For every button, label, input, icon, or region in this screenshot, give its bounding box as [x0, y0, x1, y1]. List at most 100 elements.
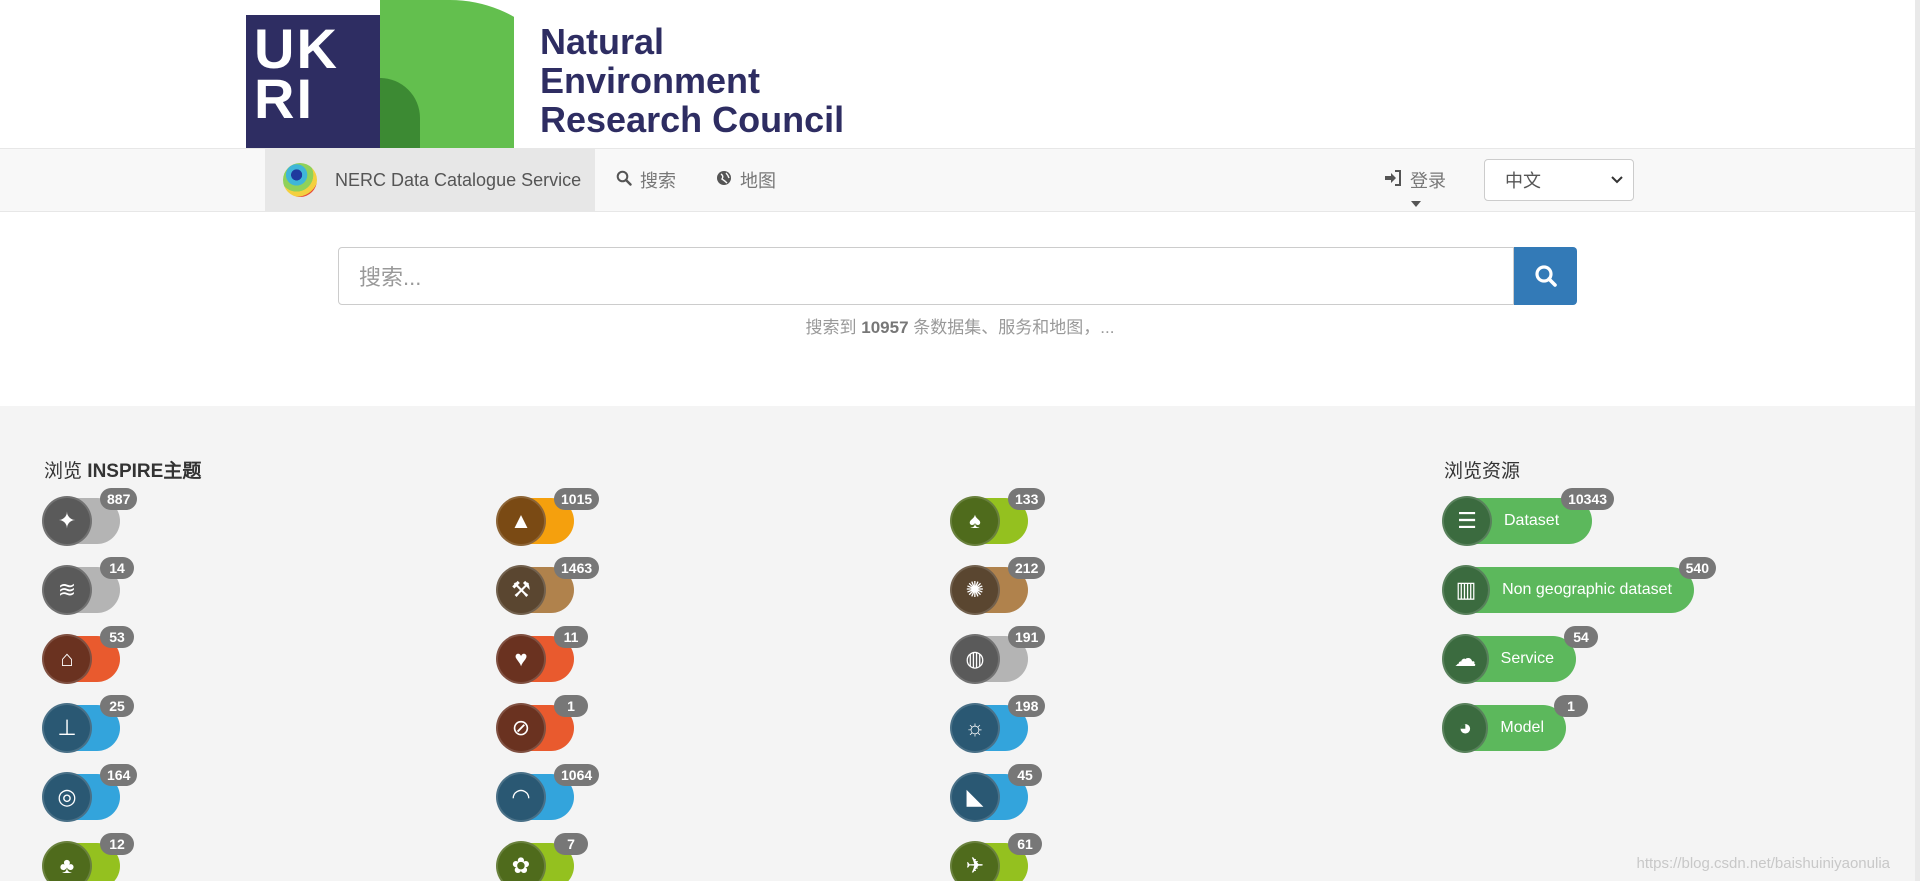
inspire-theme-button[interactable]: ✈ 61	[950, 833, 1042, 881]
inspire-theme-button[interactable]: ⊥ 25	[42, 695, 134, 753]
search-icon	[1534, 265, 1557, 287]
inspire-theme-button[interactable]: ♠ 133	[950, 488, 1046, 546]
inspire-theme-button[interactable]: ◎ 164	[42, 764, 138, 822]
inspire-theme-button[interactable]: ◣ 45	[950, 764, 1042, 822]
count-badge: 61	[1008, 833, 1042, 855]
cloud-icon: ☁	[1442, 634, 1489, 684]
habitats-icon: ♣	[42, 841, 92, 881]
land-cover-icon: ≋	[42, 565, 92, 615]
inspire-theme-button[interactable]: ☼ 198	[950, 695, 1046, 753]
inspire-title-bold: INSPIRE主题	[87, 461, 202, 482]
search-icon	[616, 170, 632, 191]
resource-service-button[interactable]: ☁ Service 54	[1442, 626, 1598, 684]
inspire-theme-button[interactable]: ⊘ 1	[496, 695, 588, 753]
search-button[interactable]	[1514, 247, 1577, 305]
inspire-theme-button[interactable]: ◠ 1064	[496, 764, 600, 822]
inspire-theme-button[interactable]: ♣ 12	[42, 833, 134, 881]
count-badge: 25	[100, 695, 134, 717]
globe-icon	[716, 170, 732, 191]
bar-chart-icon: ▥	[1442, 565, 1491, 615]
mineral-resources-icon: ⚒	[496, 565, 546, 615]
inspire-theme-button[interactable]: ⌂ 53	[42, 626, 134, 684]
hazard-zones-icon: ⊘	[496, 703, 546, 753]
browse-section: 浏览 INSPIRE主题 ✦ 887 ≋ 14 ⌂ 53 ⊥ 25 ◎ 164 ♣ 12 ▲ 1015 ⚒ 1…	[0, 406, 1920, 881]
oceanographic-icon: ◎	[42, 772, 92, 822]
resource-dataset-button[interactable]: ☰ Dataset 10343	[1442, 488, 1614, 546]
nav-login-label: 登录	[1410, 171, 1446, 191]
caret-down-icon	[1411, 201, 1421, 207]
human-health-icon: ♥	[496, 634, 546, 684]
count-badge: 1463	[554, 557, 600, 579]
nav-search-label: 搜索	[640, 171, 676, 191]
atmospheric-conditions-icon: ☼	[950, 703, 1000, 753]
nav-search-link[interactable]: 搜索	[616, 149, 676, 211]
dashboard-icon: ◕	[1442, 703, 1489, 753]
count-badge: 54	[1564, 626, 1598, 648]
navbar: NERC Data Catalogue Service 搜索 地图 登录 中文	[0, 148, 1920, 212]
bio-geographical-icon: ✈	[950, 841, 1000, 881]
inspire-theme-button[interactable]: ≋ 14	[42, 557, 134, 615]
count-badge: 1	[1554, 695, 1588, 717]
site-header: UK RI Natural Environment Research Counc…	[0, 0, 1920, 148]
nav-map-link[interactable]: 地图	[716, 149, 776, 211]
coordinate-reference-icon: ✦	[42, 496, 92, 546]
count-badge: 540	[1678, 557, 1716, 579]
sea-regions-icon: ◠	[496, 772, 546, 822]
ukri-logo[interactable]: UK RI	[246, 0, 514, 148]
elevation-icon: ▲	[496, 496, 546, 546]
count-badge: 11	[554, 626, 588, 648]
protected-sites-icon: ♠	[950, 496, 1000, 546]
brand-label: NERC Data Catalogue Service	[335, 169, 582, 190]
navbar-brand[interactable]: NERC Data Catalogue Service	[265, 149, 595, 211]
count-badge: 212	[1008, 557, 1046, 579]
buildings-icon: ⌂	[42, 634, 92, 684]
inspire-theme-button[interactable]: ✦ 887	[42, 488, 138, 546]
count-badge: 14	[100, 557, 134, 579]
utility-services-icon: ⊥	[42, 703, 92, 753]
record-count: 10957	[861, 318, 909, 337]
soil-icon: ✺	[950, 565, 1000, 615]
hint-prefix: 搜索到	[805, 318, 857, 337]
database-icon: ☰	[1442, 496, 1492, 546]
count-badge: 45	[1008, 764, 1042, 786]
geographical-grid-icon: ◍	[950, 634, 1000, 684]
inspire-title: 浏览 INSPIRE主题	[44, 456, 201, 483]
logo-line-3: Research Council	[540, 99, 845, 140]
inspire-theme-button[interactable]: ✿ 7	[496, 833, 588, 881]
count-badge: 1	[554, 695, 588, 717]
search-bar: 搜索...	[338, 247, 1577, 305]
scrollbar[interactable]	[1915, 0, 1920, 881]
inspire-theme-button[interactable]: ♥ 11	[496, 626, 588, 684]
resource-label: Dataset	[1504, 512, 1560, 529]
inspire-theme-button[interactable]: ▲ 1015	[496, 488, 600, 546]
search-hint: 搜索到 10957 条数据集、服务和地图，...	[0, 313, 1920, 338]
sign-in-icon	[1384, 169, 1402, 191]
count-badge: 12	[100, 833, 134, 855]
resource-label: Non geographic dataset	[1502, 581, 1672, 598]
resource-model-button[interactable]: ◕ Model 1	[1442, 695, 1588, 753]
count-badge: 198	[1008, 695, 1046, 717]
resources-title: 浏览资源	[1444, 461, 1521, 482]
count-badge: 887	[100, 488, 138, 510]
count-badge: 10343	[1561, 488, 1614, 510]
resource-non-geographic-dataset-button[interactable]: ▥ Non geographic dataset 540	[1442, 557, 1716, 615]
inspire-theme-button[interactable]: ⚒ 1463	[496, 557, 600, 615]
count-badge: 1015	[554, 488, 600, 510]
count-badge: 133	[1008, 488, 1046, 510]
count-badge: 1064	[554, 764, 600, 786]
resource-label: Model	[1500, 719, 1544, 736]
count-badge: 53	[100, 626, 134, 648]
language-select[interactable]: 中文	[1484, 159, 1634, 201]
ukri-letters: UK RI	[254, 17, 339, 130]
watermark-url: https://blog.csdn.net/baishuiniyaonulia	[1636, 855, 1890, 872]
inspire-theme-button[interactable]: ✺ 212	[950, 557, 1046, 615]
resource-label: Service	[1500, 650, 1554, 667]
nav-map-label: 地图	[740, 171, 776, 191]
search-input[interactable]: 搜索...	[338, 247, 1514, 305]
nerc-logo-text[interactable]: Natural Environment Research Council	[540, 22, 844, 139]
count-badge: 7	[554, 833, 588, 855]
inspire-theme-button[interactable]: ◍ 191	[950, 626, 1046, 684]
count-badge: 191	[1008, 626, 1046, 648]
chevron-down-icon	[1611, 174, 1623, 188]
count-badge: 164	[100, 764, 138, 786]
